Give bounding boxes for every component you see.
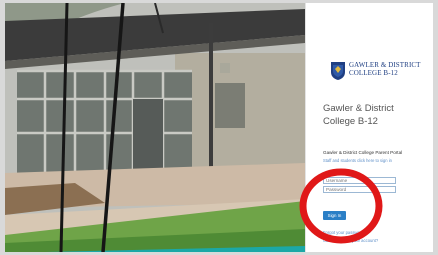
portal-title: Gawler & District College Parent Portal — [323, 150, 403, 155]
screenshot-frame: GAWLER & DISTRICT COLLEGE B-12 Gawler & … — [5, 3, 433, 252]
school-logo-text: GAWLER & DISTRICT COLLEGE B-12 — [349, 61, 421, 77]
account-help-link[interactable]: Cannot access your account? — [323, 238, 378, 243]
doorway — [133, 99, 163, 173]
username-field[interactable] — [323, 177, 396, 184]
sign-in-button[interactable]: Sign In — [323, 211, 346, 220]
staff-sign-in-link[interactable]: Staff and students click here to sign in — [323, 158, 392, 163]
login-panel: GAWLER & DISTRICT COLLEGE B-12 Gawler & … — [305, 3, 433, 252]
logo-line-2: COLLEGE B-12 — [349, 69, 398, 77]
support-post — [209, 23, 213, 173]
forgot-password-link[interactable]: Forgot your password? — [323, 230, 366, 235]
page-title: Gawler & District College B-12 — [323, 103, 394, 127]
background-photo — [5, 3, 305, 252]
school-crest-icon — [331, 62, 345, 80]
logo-line-1: GAWLER & DISTRICT — [349, 61, 421, 69]
password-field[interactable] — [323, 186, 396, 193]
side-window — [215, 83, 245, 128]
building-sign — [220, 63, 230, 73]
